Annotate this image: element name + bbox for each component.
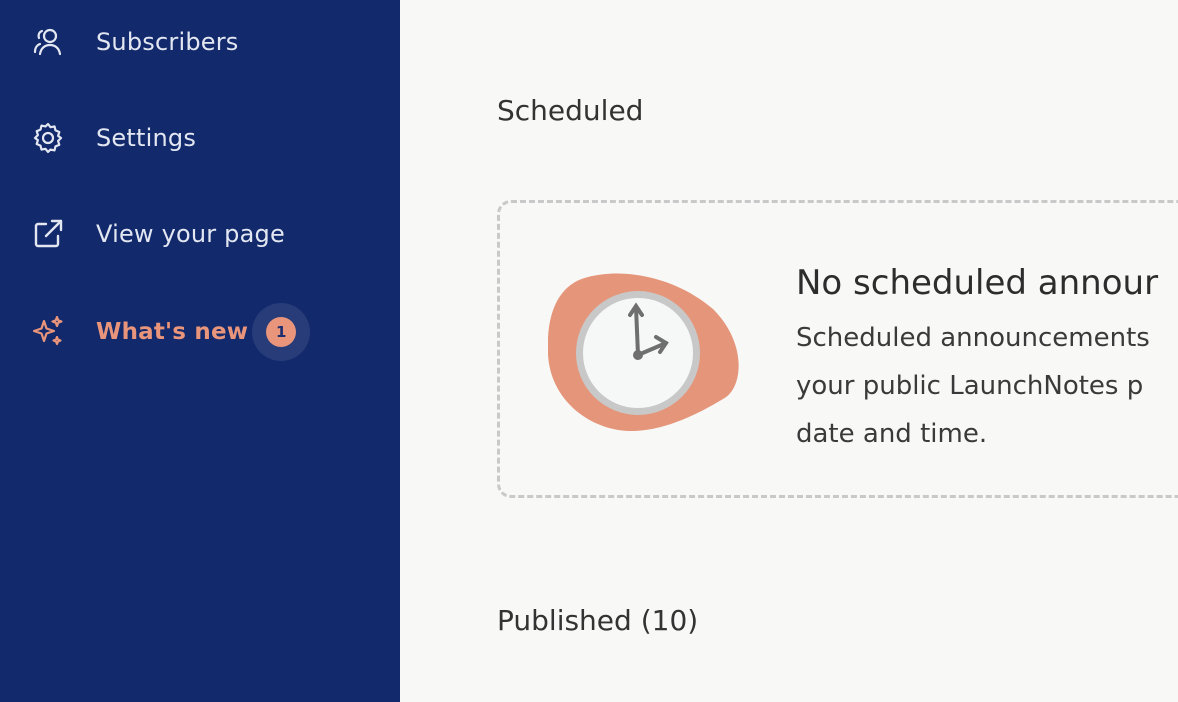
description-line: Scheduled announcements <box>796 323 1150 353</box>
description-line: date and time. <box>796 419 988 449</box>
clock-illustration <box>548 273 739 432</box>
sidebar-item-label: View your page <box>96 220 285 248</box>
empty-state-heading: No scheduled annour <box>796 263 1159 303</box>
users-icon <box>30 24 66 60</box>
gear-icon <box>30 120 66 156</box>
sparkles-icon <box>30 314 66 350</box>
main-content: Scheduled No scheduled annour Scheduled … <box>400 0 1178 702</box>
sidebar-item-label: Settings <box>96 124 197 152</box>
external-link-icon <box>30 216 66 252</box>
sidebar-item-label: What's new <box>96 319 249 345</box>
sidebar: Subscribers Settings View your page What… <box>0 0 400 702</box>
scheduled-title: Scheduled <box>497 94 644 127</box>
sidebar-item-view-page[interactable]: View your page <box>30 214 285 254</box>
sidebar-item-subscribers[interactable]: Subscribers <box>30 22 239 62</box>
published-title: Published (10) <box>497 604 699 637</box>
empty-state-description: Scheduled announcements your public Laun… <box>796 314 1178 458</box>
description-line: your public LaunchNotes p <box>796 371 1144 401</box>
sidebar-item-label: Subscribers <box>96 28 239 56</box>
badge-halo: 1 <box>252 303 311 361</box>
sidebar-item-settings[interactable]: Settings <box>30 118 196 158</box>
notification-badge: 1 <box>266 317 297 347</box>
empty-state-card: No scheduled annour Scheduled announceme… <box>497 200 1178 498</box>
sidebar-item-whats-new[interactable]: What's new 1 <box>30 303 311 361</box>
